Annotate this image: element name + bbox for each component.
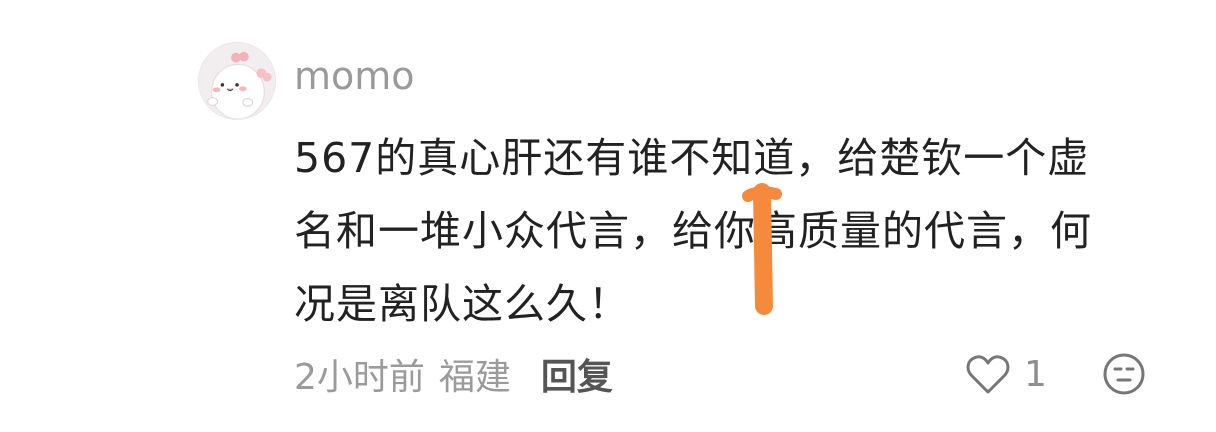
avatar[interactable] [198,42,276,120]
cartoon-avatar-icon [199,43,275,119]
username[interactable]: momo [294,52,415,100]
comment-item: momo 567的真心肝还有谁不知道，给楚钦一个虚 名和一堆小众代言，给你高质量… [0,0,1216,432]
comment-meta: 2小时前 福建 回复 [294,350,613,398]
heart-outline-icon [966,355,1010,394]
comment-content: 567的真心肝还有谁不知道，给楚钦一个虚 名和一堆小众代言，给你高质量的代言，何… [294,134,1092,328]
comment-time: 2小时前 [294,357,425,398]
comment-location: 福建 [438,357,511,398]
emoji-face-icon [1103,353,1145,395]
reply-button[interactable]: 回复 [541,348,613,400]
like-count: 1 [1024,353,1047,395]
emoji-button[interactable] [1100,350,1148,398]
like-button[interactable]: 1 [964,350,1047,398]
